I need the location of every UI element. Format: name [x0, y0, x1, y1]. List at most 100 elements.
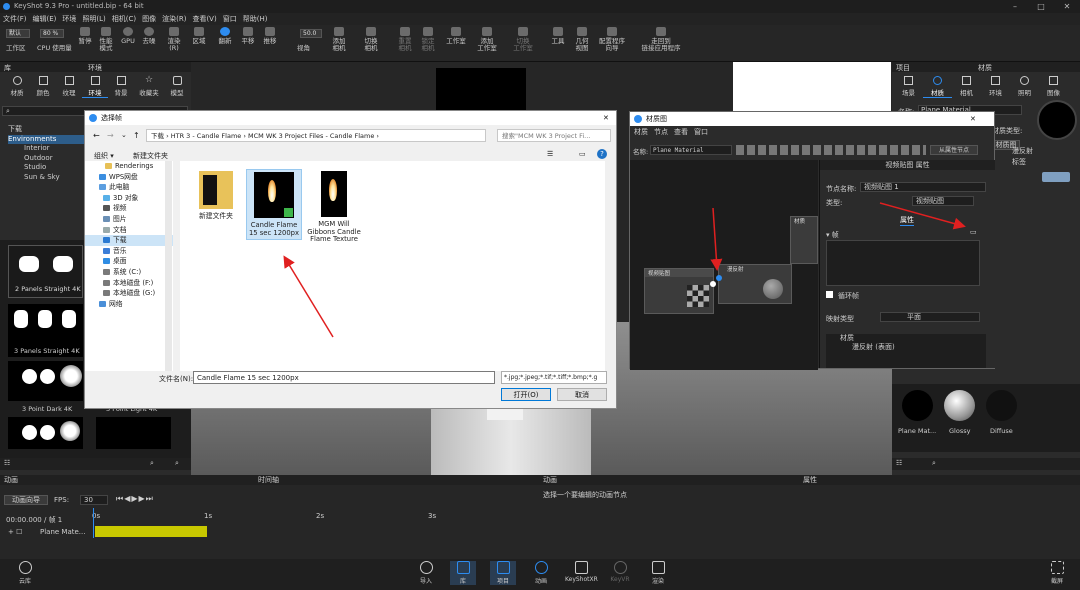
diffuse-color-swatch[interactable]	[1042, 172, 1070, 182]
nav-drive-c[interactable]: 系统 (C:)	[85, 267, 173, 278]
animation-wizard-button[interactable]: 动画向导	[4, 495, 48, 505]
zoom-icon[interactable]: ⌕	[175, 459, 179, 468]
view-options-icon[interactable]: ☰	[547, 150, 553, 158]
env-thumb-3-point-dark[interactable]	[8, 361, 83, 401]
studio-button[interactable]: 工作室	[445, 27, 467, 45]
cpu-usage-button[interactable]: CPU 使用量	[37, 45, 72, 52]
nav-this-pc[interactable]: 此电脑	[85, 182, 173, 193]
playhead[interactable]	[93, 508, 94, 538]
search-icon[interactable]: ⌕	[932, 459, 936, 468]
open-button[interactable]: 打开(O)	[501, 388, 551, 401]
loop-checkbox[interactable]	[826, 291, 833, 298]
library-button[interactable]: 库	[450, 561, 476, 585]
tab-textures[interactable]: 纹理	[56, 76, 82, 97]
performance-mode-button[interactable]: 性能模式	[97, 27, 115, 52]
dialog-search-input[interactable]: 搜索"MCM WK 3 Project Fi...	[497, 129, 611, 142]
path-segment[interactable]: MCM WK 3 Project Files - Candle Flame	[248, 132, 374, 140]
material-node[interactable]: 材质	[790, 216, 818, 264]
up-arrow-icon[interactable]: ↑	[133, 131, 140, 140]
animation-button[interactable]: 动画	[528, 561, 554, 585]
nav-wps[interactable]: WPS网盘	[85, 172, 173, 183]
frame-file-box[interactable]	[826, 240, 980, 286]
cloud-library-button[interactable]: 云库	[12, 561, 38, 585]
grid-view-icon[interactable]: ☷	[896, 459, 902, 467]
lock-camera-button[interactable]: 锁定 相机	[419, 27, 437, 52]
pan-button[interactable]: 平移	[240, 27, 256, 45]
label-tab[interactable]: 标签	[1012, 157, 1026, 167]
tumble-button[interactable]: 翻新	[216, 27, 234, 45]
import-button[interactable]: 导入	[413, 561, 439, 585]
graph-menu-material[interactable]: 材质	[634, 128, 648, 136]
nav-documents[interactable]: 文档	[85, 225, 173, 236]
node-type-select[interactable]: 视频贴图	[912, 196, 974, 206]
menu-window[interactable]: 窗口	[220, 13, 240, 25]
graph-toolbar-icons[interactable]	[736, 145, 926, 155]
filename-input[interactable]: Candle Flame 15 sec 1200px	[193, 371, 495, 384]
nav-pictures[interactable]: 图片	[85, 214, 173, 225]
gpu-button[interactable]: GPU	[120, 27, 136, 45]
help-icon[interactable]: ?	[597, 149, 607, 159]
nav-videos[interactable]: 视频	[85, 203, 173, 214]
menu-file[interactable]: 文件(F)	[0, 13, 30, 25]
env-thumb-2-panels[interactable]: 2 Panels Straight 4K	[8, 245, 83, 298]
workspace-select[interactable]: 默认	[6, 29, 30, 38]
dialog-close-button[interactable]: ✕	[603, 111, 609, 125]
menu-view[interactable]: 查看(V)	[189, 13, 219, 25]
tab-environment[interactable]: 环境	[981, 76, 1010, 97]
reset-camera-button[interactable]: 重置 相机	[396, 27, 414, 52]
nav-desktop[interactable]: 桌面	[85, 256, 173, 267]
grid-view-icon[interactable]: ☷	[4, 459, 10, 467]
from-properties-button[interactable]: 从属性节点	[930, 145, 978, 155]
material-ball-diffuse[interactable]	[986, 390, 1017, 421]
playback-controls-icon[interactable]: ⏮◀▶▶⏭	[116, 494, 154, 504]
close-button[interactable]: ✕	[1054, 0, 1080, 13]
file-item-new-folder[interactable]: 新建文件夹	[188, 171, 244, 221]
mapping-type-select[interactable]: 平面	[880, 312, 980, 322]
preview-pane-icon[interactable]: ▭	[579, 150, 586, 158]
folder-icon[interactable]: ▭	[970, 228, 977, 236]
tree-material[interactable]: 材质	[826, 334, 986, 343]
graph-menu-node[interactable]: 节点	[654, 128, 668, 136]
menu-environment[interactable]: 环境	[59, 13, 79, 25]
dropdown-chevron-icon[interactable]: ⌄	[121, 131, 127, 139]
dolly-button[interactable]: 推移	[262, 27, 278, 45]
graph-name-input[interactable]: Plane Material	[650, 145, 732, 155]
denoise-button[interactable]: 去噪	[141, 27, 157, 45]
animation-track-bar[interactable]	[95, 526, 207, 537]
tab-material[interactable]: 材质	[923, 76, 952, 98]
switch-studio-button[interactable]: 切换 工作室	[512, 27, 534, 52]
file-item-mgm-candle[interactable]: MGM Will Gibbons Candle Flame Texture	[306, 171, 362, 244]
tab-lighting[interactable]: 照明	[1010, 76, 1039, 97]
nav-music[interactable]: 音乐	[85, 246, 173, 257]
graph-menu-view[interactable]: 查看	[674, 128, 688, 136]
render-bottom-button[interactable]: 渲染	[645, 561, 671, 585]
project-button[interactable]: 项目	[490, 561, 516, 585]
graph-close-button[interactable]: ✕	[970, 112, 976, 126]
env-thumb-3-point-light[interactable]	[8, 417, 83, 449]
maximize-button[interactable]: □	[1028, 0, 1054, 13]
tab-backplates[interactable]: 背景	[108, 76, 134, 97]
tools-button[interactable]: 工具	[550, 27, 566, 45]
menu-edit[interactable]: 编辑(E)	[30, 13, 60, 25]
keyvr-button[interactable]: KeyVR	[607, 561, 633, 583]
path-segment[interactable]: 下载	[151, 132, 164, 140]
configurator-wizard-button[interactable]: 配置程序 向导	[597, 27, 627, 52]
graph-menu-window[interactable]: 窗口	[694, 128, 708, 136]
nav-downloads[interactable]: 下载	[85, 235, 173, 246]
video-map-node[interactable]: 视频贴图	[644, 268, 716, 314]
tab-image[interactable]: 图像	[1039, 76, 1068, 97]
zoom-select[interactable]: 80 %	[40, 29, 64, 38]
region-button[interactable]: 区域	[190, 27, 208, 45]
menu-image[interactable]: 图像	[139, 13, 159, 25]
switch-camera-button[interactable]: 切换 相机	[362, 27, 380, 52]
link-app-button[interactable]: 走回到 链接应用程序	[638, 27, 684, 52]
add-camera-button[interactable]: 添加 相机	[330, 27, 348, 52]
add-studio-button[interactable]: 添加 工作室	[476, 27, 498, 52]
nav-3d-objects[interactable]: 3D 对象	[85, 193, 173, 204]
back-arrow-icon[interactable]: ←	[93, 131, 100, 140]
tab-favorites[interactable]: ☆ 收藏夹	[134, 76, 164, 98]
forward-arrow-icon[interactable]: →	[107, 131, 114, 140]
render-button[interactable]: 渲染 (R)	[164, 27, 184, 52]
input-port[interactable]	[716, 275, 722, 281]
tab-scene[interactable]: 场景	[894, 76, 923, 97]
